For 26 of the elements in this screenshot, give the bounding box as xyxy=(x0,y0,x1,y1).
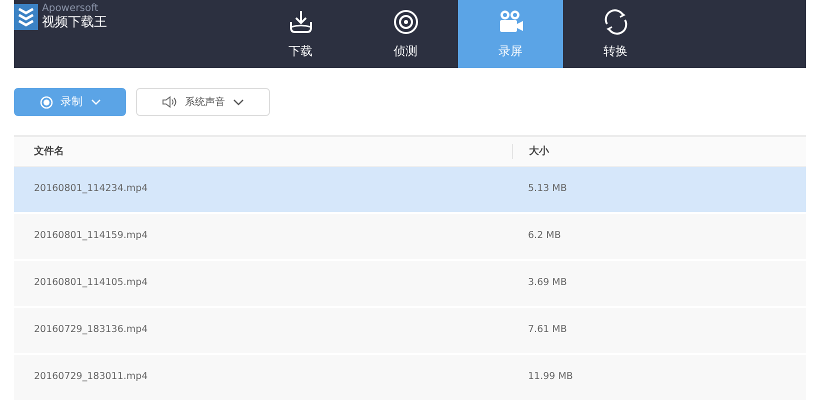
chevron-icon xyxy=(90,99,100,105)
file-size: 3.69 MB xyxy=(527,276,567,290)
file-name: 20160801_114159.mp4 xyxy=(33,229,149,244)
brand-name: Apowersoft xyxy=(42,4,100,14)
chevron-icon xyxy=(233,98,244,106)
file-name: 20160801_114105.mp4 xyxy=(33,276,149,290)
file-name: 20160801_114234.mp4 xyxy=(33,182,149,196)
file-size: 11.99 MB xyxy=(527,370,573,384)
column-header: 大小 xyxy=(512,144,549,159)
logo-icon xyxy=(14,4,38,30)
audio-source-button[interactable]: 系统声音 xyxy=(136,88,270,116)
app-title: 视频下载王 xyxy=(42,16,107,29)
file-name: 20160729_183011.mp4 xyxy=(33,370,149,384)
record-icon xyxy=(40,96,52,108)
file-row[interactable]: 20160801_114105.mp4 3.69 MB xyxy=(14,261,806,308)
file-row[interactable]: 20160729_183011.mp4 11.99 MB xyxy=(14,355,806,402)
file-size: 6.2 MB xyxy=(527,229,561,244)
target-icon xyxy=(392,8,420,36)
file-row[interactable]: 20160729_183136.mp4 7.61 MB xyxy=(14,308,806,355)
file-row[interactable]: 20160801_114234.mp4 5.13 MB xyxy=(14,167,806,214)
column-header: 文件名 xyxy=(33,144,65,159)
file-size: 5.13 MB xyxy=(527,182,567,196)
speaker-icon xyxy=(162,96,177,108)
file-name: 20160729_183136.mp4 xyxy=(33,323,149,338)
file-row[interactable]: 20160801_114159.mp4 6.2 MB xyxy=(14,214,806,261)
file-size: 7.61 MB xyxy=(527,323,567,338)
